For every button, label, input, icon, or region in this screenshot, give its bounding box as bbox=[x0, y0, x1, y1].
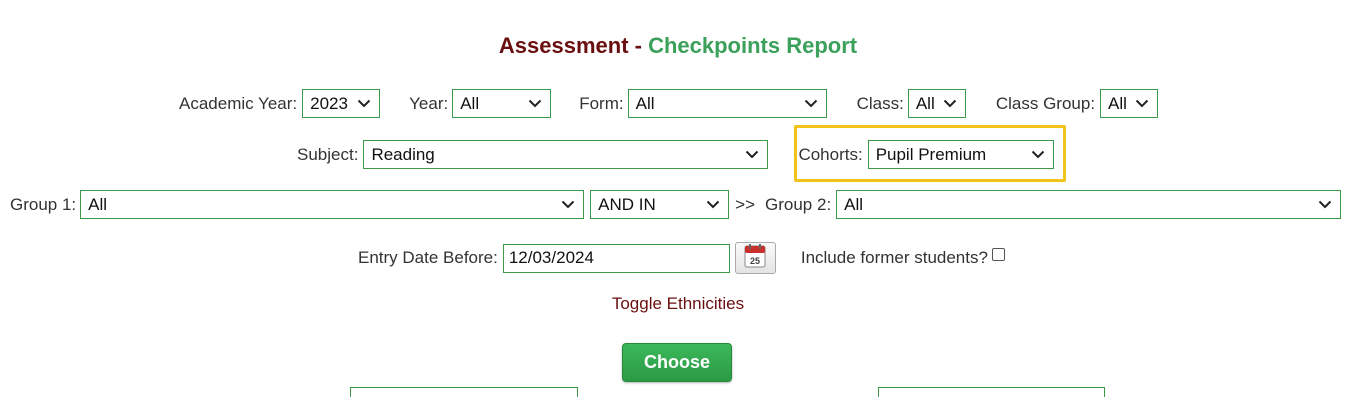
include-former-checkbox[interactable] bbox=[991, 247, 1005, 261]
subject-label: Subject: bbox=[297, 144, 359, 164]
entry-date-input[interactable]: 12/03/2024 bbox=[502, 243, 730, 273]
include-former-label: Include former students? bbox=[800, 248, 988, 267]
operator-select[interactable]: AND IN bbox=[590, 190, 730, 219]
calendar-day-text: 25 bbox=[750, 256, 760, 266]
calendar-button[interactable]: 25 bbox=[734, 242, 776, 274]
year-label: Year: bbox=[409, 93, 449, 113]
entry-date-value: 12/03/2024 bbox=[508, 248, 594, 267]
calendar-icon: 25 bbox=[744, 243, 766, 273]
group1-label: Group 1: bbox=[10, 194, 77, 214]
chevron-down-icon bbox=[357, 99, 371, 108]
academic-year-value: 2023 bbox=[310, 93, 348, 113]
chevron-down-icon bbox=[561, 200, 575, 209]
cohorts-highlight-box bbox=[794, 125, 1066, 182]
class-group-value: All bbox=[1108, 93, 1127, 113]
chevron-down-icon bbox=[528, 99, 542, 108]
group2-select[interactable]: All bbox=[836, 190, 1342, 219]
form-label: Form: bbox=[579, 93, 624, 113]
class-select[interactable]: All bbox=[907, 89, 966, 118]
partial-field-right bbox=[878, 387, 1105, 397]
filter-row-3: Group 1: All AND IN >> Group 2: All bbox=[0, 190, 1356, 219]
filter-row-1: Academic Year: 2023 Year: All Form: All … bbox=[0, 89, 1356, 118]
class-label: Class: bbox=[856, 93, 904, 113]
filter-row-4: Entry Date Before: 12/03/2024 25 Include… bbox=[0, 242, 1356, 274]
subject-value: Reading bbox=[371, 144, 435, 164]
class-value: All bbox=[915, 93, 935, 113]
group1-select[interactable]: All bbox=[80, 190, 585, 219]
group2-value: All bbox=[844, 194, 864, 214]
class-group-label: Class Group: bbox=[995, 93, 1096, 113]
toggle-ethnicities-link[interactable]: Toggle Ethnicities bbox=[0, 294, 1356, 314]
chevron-down-icon bbox=[1135, 99, 1149, 108]
operator-value: AND IN bbox=[598, 194, 656, 214]
chevron-down-icon bbox=[1318, 200, 1332, 209]
arrow-separator: >> bbox=[735, 194, 756, 214]
title-part-assessment: Assessment - bbox=[498, 33, 649, 58]
group1-value: All bbox=[88, 194, 108, 214]
academic-year-select[interactable]: 2023 bbox=[302, 89, 381, 118]
chevron-down-icon bbox=[804, 99, 818, 108]
class-group-select[interactable]: All bbox=[1100, 89, 1159, 118]
year-select[interactable]: All bbox=[452, 89, 552, 118]
partial-field-left bbox=[350, 387, 578, 397]
chevron-down-icon bbox=[706, 200, 720, 209]
subject-select[interactable]: Reading bbox=[363, 140, 769, 169]
form-value: All bbox=[635, 93, 655, 113]
academic-year-label: Academic Year: bbox=[179, 93, 298, 113]
filter-row-2: Subject: Reading Cohorts: Pupil Premium bbox=[0, 140, 1356, 169]
entry-date-label: Entry Date Before: bbox=[358, 248, 498, 267]
year-value: All bbox=[460, 93, 480, 113]
title-part-report: Checkpoints Report bbox=[648, 33, 858, 58]
group2-label: Group 2: bbox=[765, 194, 832, 214]
chevron-down-icon bbox=[943, 99, 957, 108]
form-select[interactable]: All bbox=[627, 89, 827, 118]
page-title: Assessment - Checkpoints Report bbox=[0, 32, 1356, 60]
choose-button[interactable]: Choose bbox=[622, 343, 732, 382]
chevron-down-icon bbox=[745, 150, 759, 159]
